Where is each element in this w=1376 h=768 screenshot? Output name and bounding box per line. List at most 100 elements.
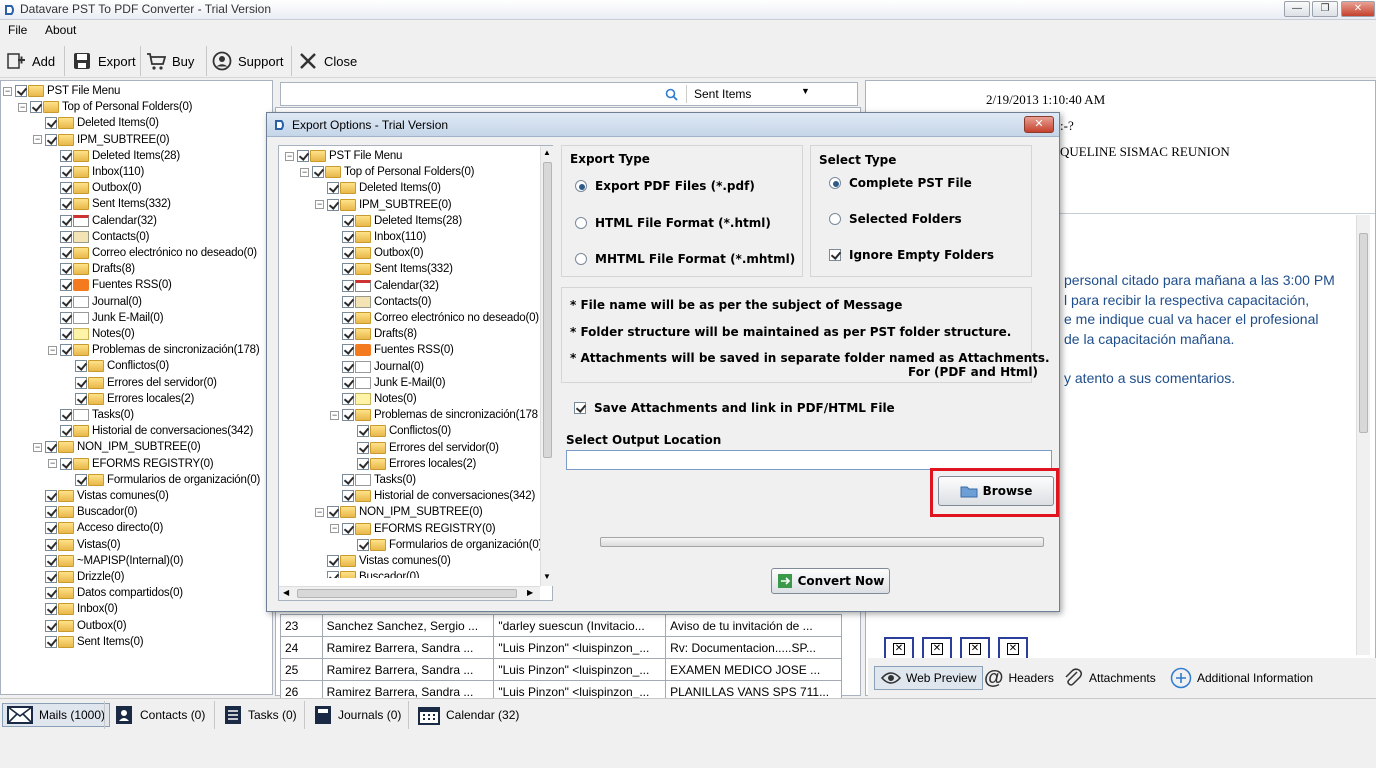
tree-checkbox[interactable] [60, 247, 72, 259]
tree-node[interactable]: −Sent Items(0) [33, 634, 144, 650]
convert-now-button[interactable]: Convert Now [771, 568, 890, 594]
preview-scrollbar[interactable] [1356, 215, 1370, 655]
tree-checkbox[interactable] [60, 311, 72, 324]
tree-node[interactable]: − PST File Menu [3, 83, 120, 99]
chevron-down-icon[interactable]: ▼ [801, 86, 810, 96]
close-window-button[interactable]: ✕ [1341, 1, 1375, 17]
radio-button[interactable] [829, 213, 841, 225]
tree-node[interactable]: −Deleted Items(28) [330, 213, 462, 229]
tree-checkbox[interactable] [60, 214, 72, 227]
expand-toggle-icon[interactable]: − [33, 135, 42, 145]
tree-node[interactable]: −Calendar(32) [48, 213, 157, 229]
tree-checkbox[interactable] [75, 360, 87, 373]
tree-node[interactable]: −Notes(0) [48, 326, 135, 342]
tree-checkbox[interactable] [45, 619, 57, 632]
tree-node[interactable]: −Errores del servidor(0) [63, 375, 217, 391]
tree-node[interactable]: −Vistas comunes(0) [33, 488, 169, 504]
tree-node[interactable]: −Errores del servidor(0) [345, 440, 499, 456]
tree-node[interactable]: −Deleted Items(0) [33, 115, 159, 131]
tree-checkbox[interactable] [45, 571, 57, 583]
export-button[interactable]: Export [72, 48, 136, 74]
tree-checkbox[interactable] [45, 587, 57, 600]
tab-tasks[interactable]: Tasks (0) [220, 703, 301, 727]
tree-checkbox[interactable] [342, 490, 354, 503]
tree-checkbox[interactable] [60, 328, 72, 340]
tree-checkbox[interactable] [342, 312, 354, 324]
tree-checkbox[interactable] [327, 571, 339, 578]
tree-node[interactable]: −Historial de conversaciones(342) [330, 488, 535, 504]
complete-pst-option[interactable]: Complete PST File [829, 176, 972, 190]
scroll-down-icon[interactable]: ▼ [543, 572, 551, 581]
tree-node[interactable]: −Acceso directo(0) [33, 520, 163, 536]
tree-node[interactable]: −Drafts(8) [330, 326, 417, 342]
output-location-input[interactable] [566, 450, 1052, 470]
tree-node[interactable]: −Outbox(0) [48, 180, 142, 196]
tree-node[interactable]: −Buscador(0) [33, 504, 138, 520]
expand-toggle-icon[interactable]: − [300, 167, 309, 177]
tree-checkbox[interactable] [75, 376, 87, 389]
tree-node[interactable]: −Notes(0) [330, 391, 417, 407]
dialog-tree-hscroll[interactable]: ◀ ▶ [279, 586, 540, 600]
tab-web-preview[interactable]: Web Preview [874, 666, 984, 690]
tree-node[interactable]: −Correo electrónico no deseado(0) [330, 310, 539, 326]
tree-checkbox[interactable] [342, 279, 354, 292]
tree-node[interactable]: − NON_IPM_SUBTREE(0) [315, 504, 483, 520]
tree-checkbox[interactable] [30, 101, 42, 114]
dialog-close-button[interactable]: ✕ [1024, 116, 1054, 133]
tab-additional-information[interactable]: Additional Information [1170, 666, 1313, 690]
add-button[interactable]: Add [6, 48, 55, 74]
checkbox[interactable] [829, 249, 841, 261]
tree-node[interactable]: −Contacts(0) [48, 229, 149, 245]
tree-node[interactable]: −Junk E-Mail(0) [48, 310, 164, 326]
scroll-up-icon[interactable]: ▲ [543, 148, 551, 157]
tree-node[interactable]: − EFORMS REGISTRY(0) [330, 521, 496, 537]
tree-node[interactable]: − Top of Personal Folders(0) [300, 164, 475, 180]
tree-checkbox[interactable] [45, 506, 57, 519]
tree-node[interactable]: −Sent Items(332) [330, 261, 453, 277]
tree-checkbox[interactable] [357, 538, 369, 551]
tree-checkbox[interactable] [60, 279, 72, 292]
tree-node[interactable]: −Vistas(0) [33, 537, 121, 553]
browse-button[interactable]: Browse [938, 476, 1054, 506]
tree-node[interactable]: −Formularios de organización(0) [345, 537, 540, 553]
tab-headers[interactable]: @ Headers [984, 666, 1054, 690]
tree-checkbox[interactable] [75, 473, 87, 486]
tree-checkbox[interactable] [342, 409, 354, 422]
tree-checkbox[interactable] [60, 295, 72, 308]
dialog-tree-vscroll[interactable]: ▲ ▼ [540, 146, 553, 586]
tree-node[interactable]: − NON_IPM_SUBTREE(0) [33, 439, 201, 455]
tree-node[interactable]: −Conflictos(0) [63, 358, 169, 374]
expand-toggle-icon[interactable]: − [48, 459, 57, 469]
save-attachments-checkbox[interactable]: Save Attachments and link in PDF/HTML Fi… [574, 401, 895, 415]
tree-node[interactable]: − Problemas de sincronización(178 [330, 407, 538, 423]
expand-toggle-icon[interactable]: − [315, 200, 324, 210]
mail-row[interactable]: 24 Ramirez Barrera, Sandra ... "Luis Pinzo… [280, 636, 842, 659]
tree-checkbox[interactable] [45, 603, 57, 616]
tree-checkbox[interactable] [312, 166, 324, 179]
tab-contacts[interactable]: Contacts (0) [110, 703, 209, 727]
tab-journals[interactable]: Journals (0) [310, 703, 405, 727]
menu-file[interactable]: File [8, 23, 27, 37]
tree-checkbox[interactable] [60, 149, 72, 162]
tree-checkbox[interactable] [357, 457, 369, 470]
tree-checkbox[interactable] [60, 457, 72, 470]
radio-button[interactable] [829, 177, 841, 189]
tab-attachments[interactable]: Attachments [1062, 666, 1156, 690]
tree-node[interactable]: −Contacts(0) [330, 294, 431, 310]
tree-checkbox[interactable] [357, 441, 369, 454]
tree-checkbox[interactable] [342, 522, 354, 535]
tab-mails[interactable]: Mails (1000) [2, 703, 111, 727]
checkbox[interactable] [574, 402, 586, 414]
tree-node[interactable]: −~MAPISP(Internal)(0) [33, 553, 183, 569]
tree-checkbox[interactable] [60, 198, 72, 211]
tree-node[interactable]: −Inbox(110) [330, 229, 426, 245]
tree-checkbox[interactable] [45, 538, 57, 551]
expand-toggle-icon[interactable]: − [33, 442, 42, 452]
tree-node[interactable]: − Problemas de sincronización(178) [48, 342, 260, 358]
search-icon[interactable] [665, 88, 678, 101]
tree-checkbox[interactable] [342, 263, 354, 276]
scroll-thumb[interactable] [1359, 233, 1368, 433]
tree-checkbox[interactable] [327, 506, 339, 519]
tree-node[interactable]: −Inbox(0) [33, 601, 118, 617]
minimize-button[interactable]: — [1284, 1, 1310, 17]
